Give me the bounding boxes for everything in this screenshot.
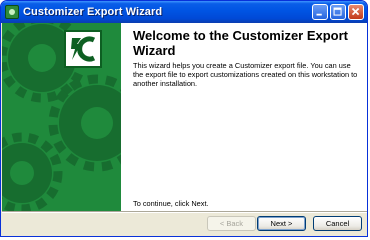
back-button[interactable]: < Back [207,216,256,231]
close-button[interactable] [348,4,364,20]
continue-hint: To continue, click Next. [133,199,209,208]
close-icon [351,7,360,16]
cancel-button[interactable]: Cancel [313,216,362,231]
wizard-description: This wizard helps you create a Customize… [133,61,358,88]
minimize-button[interactable] [312,4,328,20]
wizard-sidebar-banner [2,23,121,211]
maximize-button[interactable] [330,4,346,20]
window-title: Customizer Export Wizard [23,6,163,18]
title-bar[interactable]: Customizer Export Wizard [1,1,367,23]
maximize-icon [333,7,342,16]
minimize-icon [316,13,322,16]
welcome-heading: Welcome to the Customizer Export Wizard [133,28,349,58]
wizard-window: Customizer Export Wizard Welcome to the … [0,0,368,237]
gear-pattern-icon [2,23,121,211]
customizer-logo-icon [66,32,100,66]
customizer-logo [64,30,102,68]
next-button[interactable]: Next > [257,216,306,231]
customizer-app-icon [5,5,19,19]
window-controls [312,4,364,20]
button-separator [2,211,367,213]
wizard-content-panel: Welcome to the Customizer Export Wizard … [121,23,367,211]
